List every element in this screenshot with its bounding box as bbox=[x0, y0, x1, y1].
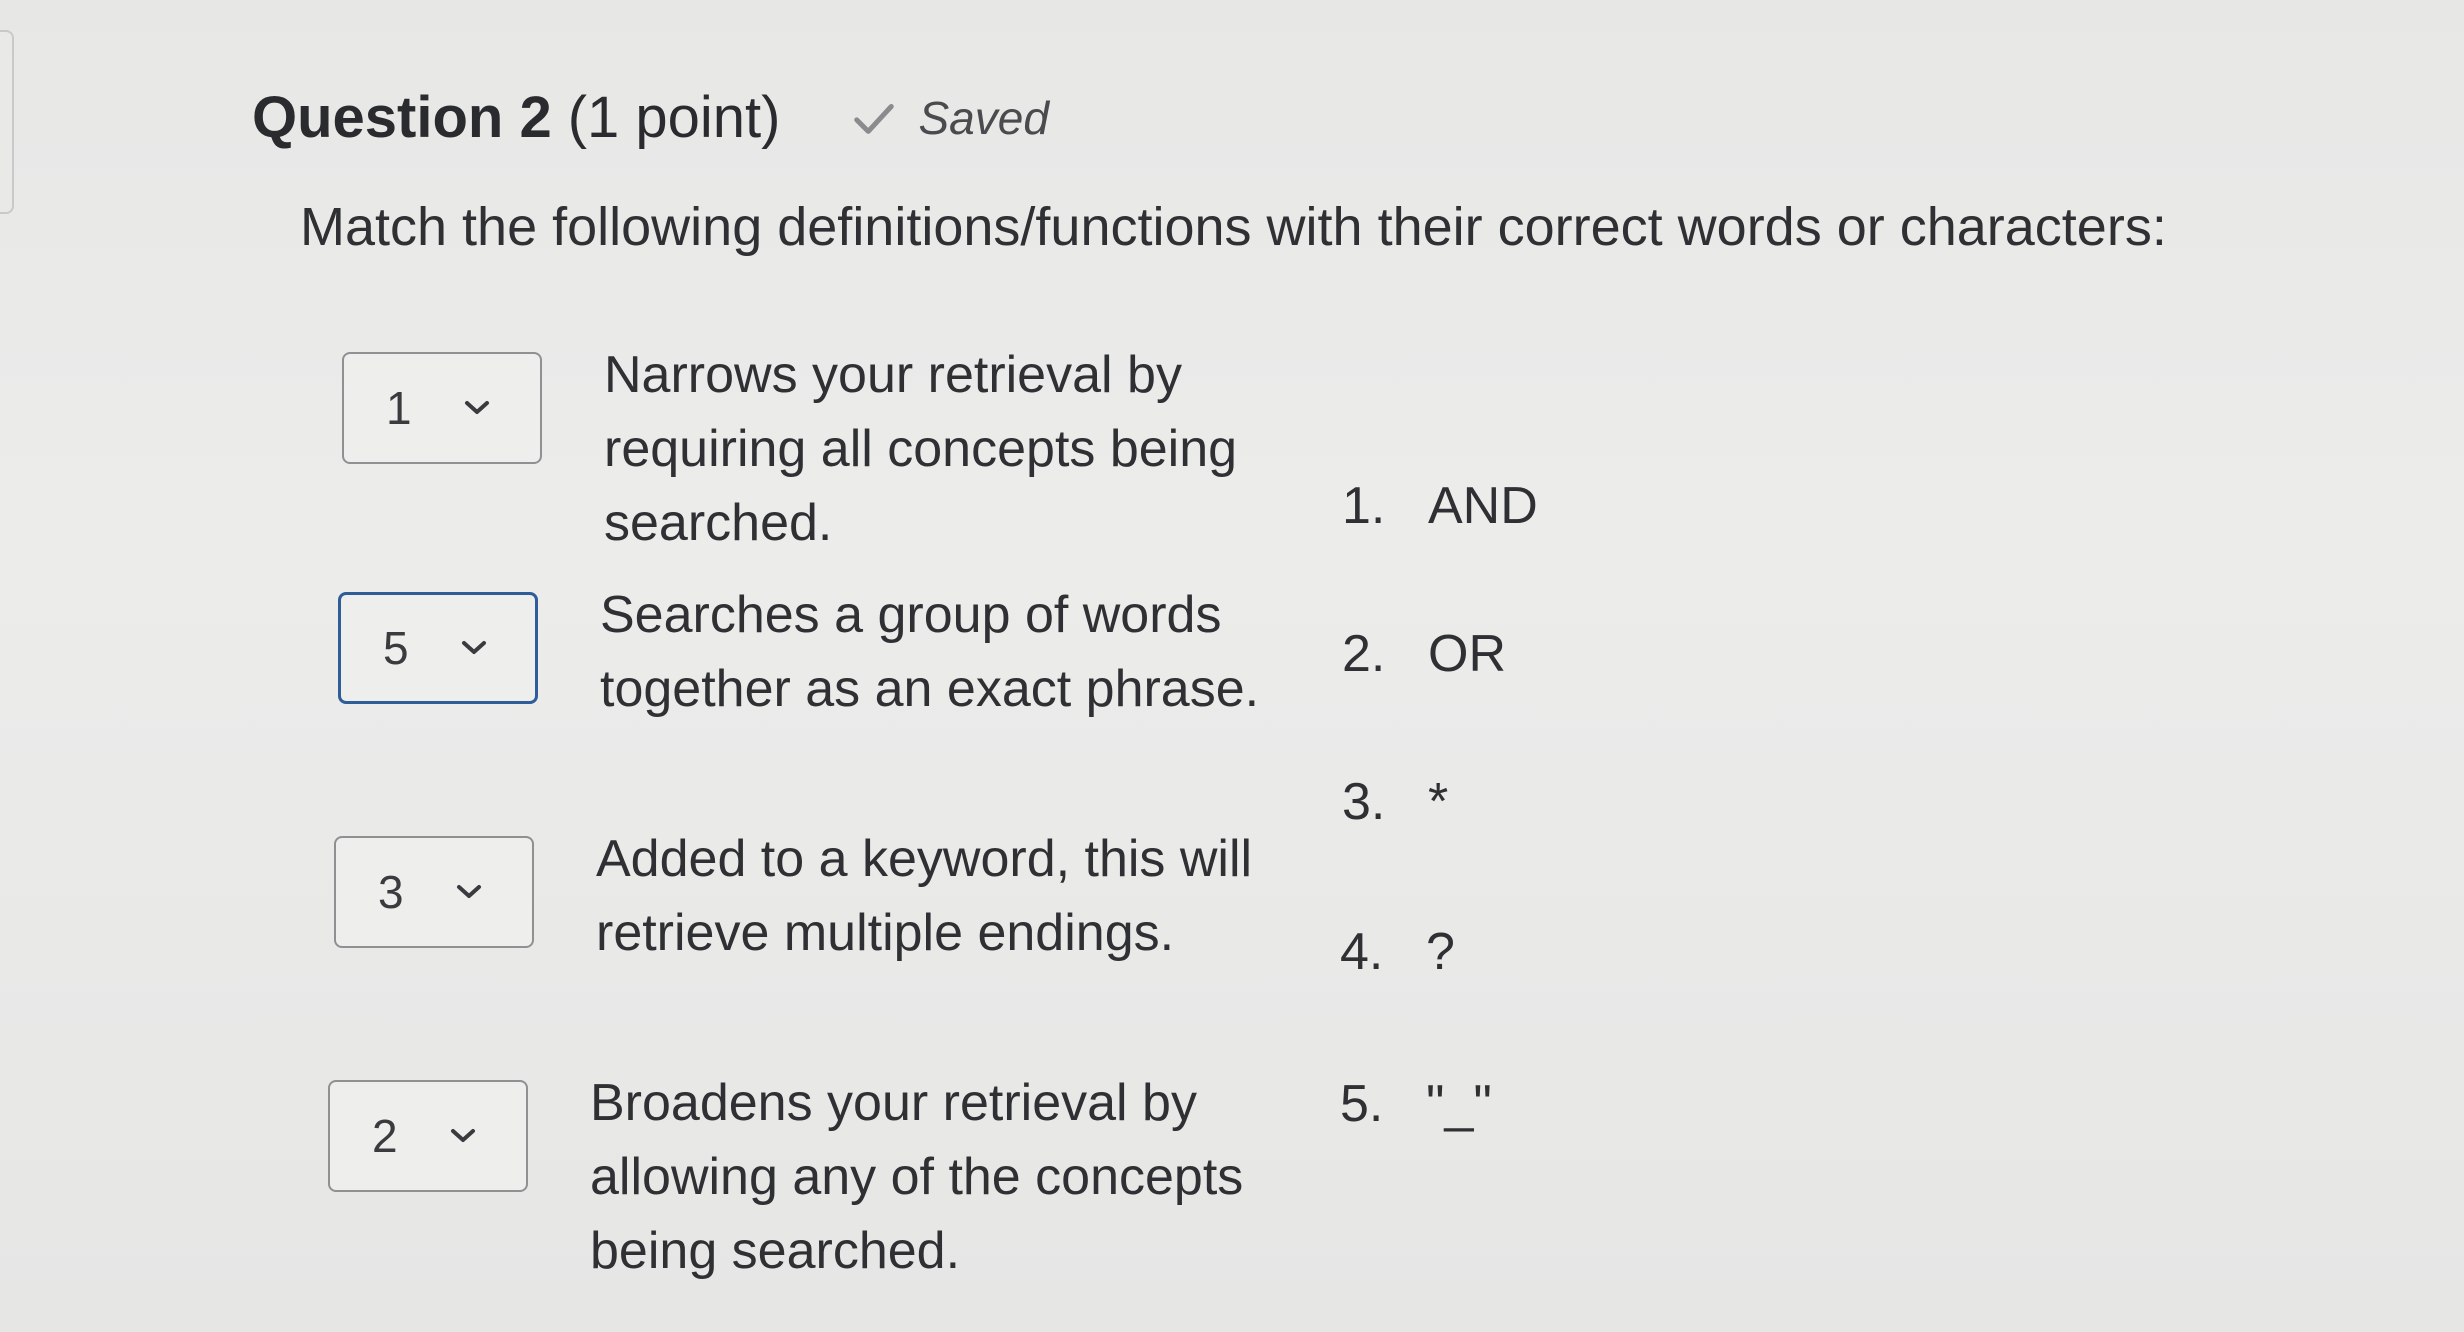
question-title: Question 2 bbox=[252, 85, 552, 150]
option-3: 3. * bbox=[1342, 772, 1448, 832]
match-row-1: 1 Narrows your retrieval by requiring al… bbox=[342, 346, 1324, 560]
option-1: 1. AND bbox=[1342, 476, 1538, 536]
option-label: ? bbox=[1426, 923, 1455, 981]
match-definition-1: Narrows your retrieval by requiring all … bbox=[604, 346, 1238, 552]
question-prompt: Match the following definitions/function… bbox=[300, 197, 2167, 257]
option-label: "_" bbox=[1426, 1075, 1492, 1133]
match-definition-2: Searches a group of words together as an… bbox=[600, 586, 1260, 718]
match-row-2: 5 Searches a group of words together as … bbox=[338, 586, 1320, 726]
option-label: * bbox=[1428, 773, 1449, 831]
select-value: 5 bbox=[383, 622, 409, 674]
question-points: (1 point) bbox=[567, 85, 781, 150]
checkmark-icon bbox=[853, 103, 894, 134]
option-5: 5. "_" bbox=[1340, 1074, 1492, 1134]
option-number: 3. bbox=[1342, 773, 1386, 831]
option-label: AND bbox=[1428, 477, 1538, 535]
select-value: 1 bbox=[386, 382, 412, 434]
left-rail-edge bbox=[0, 30, 14, 214]
option-number: 5. bbox=[1340, 1075, 1384, 1133]
saved-status: Saved bbox=[918, 91, 1049, 144]
match-definition-4: Broadens your retrieval by allowing any … bbox=[590, 1074, 1244, 1280]
chevron-down-icon bbox=[450, 1129, 475, 1142]
option-4: 4. ? bbox=[1340, 922, 1455, 982]
match-row-4: 2 Broadens your retrieval by allowing an… bbox=[328, 1074, 1310, 1288]
match-definition-3: Added to a keyword, this will retrieve m… bbox=[596, 830, 1253, 962]
select-value: 2 bbox=[372, 1110, 398, 1162]
match-select-1[interactable]: 1 bbox=[342, 352, 542, 464]
match-select-3[interactable]: 3 bbox=[334, 836, 534, 948]
option-number: 4. bbox=[1340, 923, 1384, 981]
chevron-down-icon bbox=[461, 641, 486, 654]
match-select-4[interactable]: 2 bbox=[328, 1080, 528, 1192]
question-header: Question 2 (1 point) Saved bbox=[252, 84, 1049, 151]
chevron-down-icon bbox=[464, 401, 489, 414]
match-row-3: 3 Added to a keyword, this will retrieve… bbox=[334, 830, 1316, 970]
match-select-2[interactable]: 5 bbox=[338, 592, 538, 704]
chevron-down-icon bbox=[456, 885, 481, 898]
option-number: 1. bbox=[1342, 477, 1386, 535]
option-label: OR bbox=[1428, 625, 1506, 683]
option-2: 2. OR bbox=[1342, 624, 1506, 684]
option-number: 2. bbox=[1342, 625, 1386, 683]
select-value: 3 bbox=[378, 866, 404, 918]
